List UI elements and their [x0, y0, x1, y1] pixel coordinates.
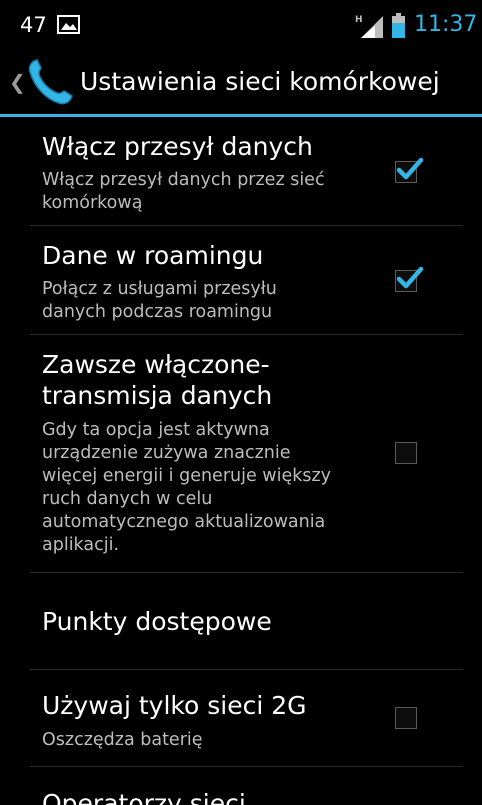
pref-title: Punkty dostępowe — [42, 607, 272, 636]
data-roaming-checkbox[interactable] — [395, 266, 424, 292]
pref-title: Zawsze włączone- — [42, 350, 270, 379]
checkmark-icon — [396, 266, 424, 289]
always-on-data-checkbox[interactable] — [395, 442, 417, 464]
pref-title: Dane w roamingu — [42, 241, 264, 270]
pref-2g-only[interactable]: Używaj tylko sieci 2G Oszczędza baterię — [0, 670, 482, 766]
pref-summary: Włącz przesył danych przez sieć — [42, 170, 325, 190]
pref-title: Używaj tylko sieci 2G — [42, 691, 307, 720]
data-enabled-checkbox[interactable] — [395, 157, 424, 183]
checkmark-icon — [396, 157, 424, 180]
signal-h-icon: H — [355, 15, 383, 38]
pref-summary: Oszczędza baterię — [42, 730, 203, 750]
notification-count: 47 — [20, 13, 47, 37]
pref-title: Włącz przesył danych — [42, 132, 313, 161]
pref-summary: automatycznego aktualizowania — [42, 512, 326, 532]
phone-icon[interactable] — [22, 58, 78, 106]
pref-data-enabled[interactable]: Włącz przesył danych Włącz przesył danyc… — [0, 117, 482, 225]
pref-summary: ruch danych w celu — [42, 489, 213, 509]
pref-summary: komórkową — [42, 193, 143, 213]
svg-text:H: H — [355, 15, 363, 25]
pref-title: Operatorzy sieci — [42, 789, 246, 805]
pref-summary: Połącz z usługami przesyłu — [42, 279, 277, 299]
pref-summary: aplikacji. — [42, 535, 120, 555]
pref-summary: Gdy ta opcja jest aktywna — [42, 420, 270, 440]
pref-summary: danych podczas roamingu — [42, 302, 273, 322]
status-bar: 47 H 11:37 — [0, 0, 482, 50]
pref-title: transmisja danych — [42, 381, 273, 410]
pref-summary: urządzenie zużywa znacznie — [42, 443, 291, 463]
page-title: Ustawienia sieci komórkowej — [80, 67, 440, 96]
pref-access-points[interactable]: Punkty dostępowe — [0, 573, 482, 669]
pref-always-on-data[interactable]: Zawsze włączone- transmisja danych Gdy t… — [0, 335, 482, 572]
battery-icon — [392, 13, 405, 38]
pref-summary: więcej energii i generuje większy — [42, 466, 332, 486]
pref-network-operators[interactable]: Operatorzy sieci — [0, 767, 482, 805]
image-icon — [57, 15, 80, 34]
2g-only-checkbox[interactable] — [395, 707, 417, 729]
pref-data-roaming[interactable]: Dane w roamingu Połącz z usługami przesy… — [0, 226, 482, 334]
clock: 11:37 — [414, 12, 478, 37]
